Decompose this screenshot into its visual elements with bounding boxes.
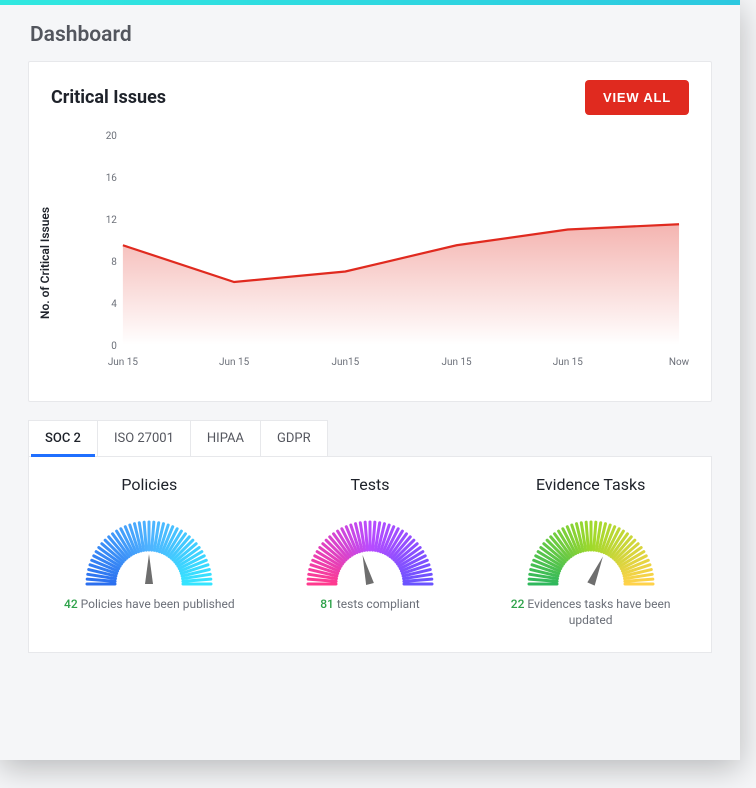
svg-text:Jun 15: Jun 15 [442,357,473,368]
critical-issues-card: Critical Issues VIEW ALL No. of Critical… [28,61,712,402]
y-axis-label: No. of Critical Issues [38,207,52,319]
svg-text:Jun15: Jun15 [332,357,360,368]
svg-text:Now: Now [669,357,689,368]
gauge-tests-svg [295,498,445,590]
gauge-policies-svg [74,498,224,590]
page-title: Dashboard [0,5,740,61]
svg-text:Jun 15: Jun 15 [553,357,584,368]
svg-text:0: 0 [111,341,117,352]
gauge-count-policies: 42 [64,597,78,611]
svg-text:Jun 15: Jun 15 [219,357,250,368]
tab-iso27001[interactable]: ISO 27001 [97,420,191,456]
svg-text:4: 4 [111,299,117,310]
card-title: Critical Issues [51,87,166,108]
compliance-tabs-section: SOC 2 ISO 27001 HIPAA GDPR Policies 42 P… [28,420,712,653]
gauge-policies: Policies 42 Policies have been published [40,475,258,628]
gauge-text-tests: tests compliant [334,597,420,611]
critical-issues-chart: No. of Critical Issues 0 4 8 12 16 20 Jun 15 Ju… [29,125,711,401]
gauge-count-tests: 81 [320,597,334,611]
gauge-title-tests: Tests [261,475,479,494]
gauge-sub-evidence: 22 Evidences tasks have been updated [481,596,699,628]
gauge-text-policies: Policies have been published [78,597,235,611]
gauge-sub-tests: 81 tests compliant [261,596,479,612]
svg-text:20: 20 [106,131,118,142]
app-window: Dashboard Critical Issues VIEW ALL No. o… [0,0,740,760]
gauge-tests: Tests 81 tests compliant [261,475,479,628]
card-header: Critical Issues VIEW ALL [29,62,711,125]
tabs-bar: SOC 2 ISO 27001 HIPAA GDPR [28,420,712,457]
gauge-title-policies: Policies [40,475,258,494]
gauge-count-evidence: 22 [511,597,525,611]
gauges-panel: Policies 42 Policies have been published… [28,457,712,653]
gauge-text-evidence: Evidences tasks have been updated [524,597,670,627]
tab-soc2[interactable]: SOC 2 [28,420,98,456]
svg-text:Jun 15: Jun 15 [108,357,139,368]
svg-text:16: 16 [106,173,118,184]
gauge-sub-policies: 42 Policies have been published [40,596,258,612]
tab-gdpr[interactable]: GDPR [260,420,328,456]
svg-text:12: 12 [106,215,118,226]
area-chart-svg: 0 4 8 12 16 20 Jun 15 Jun 15 Jun15 Jun 15 Jun 15 No… [91,125,689,375]
gauge-evidence: Evidence Tasks 22 Evidences tasks have b… [481,475,699,628]
tab-hipaa[interactable]: HIPAA [190,420,261,456]
svg-text:8: 8 [111,257,117,268]
gauge-evidence-svg [516,498,666,590]
view-all-button[interactable]: VIEW ALL [585,80,689,115]
gauge-title-evidence: Evidence Tasks [481,475,699,494]
